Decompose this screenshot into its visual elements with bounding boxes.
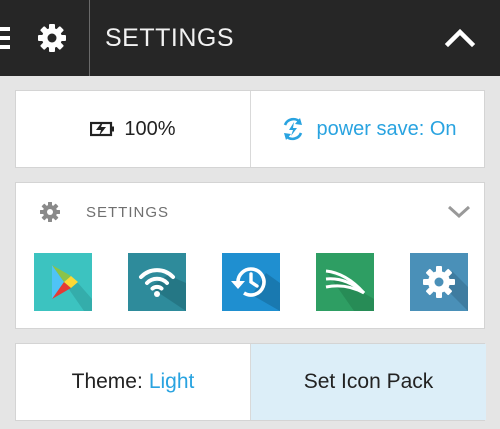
power-save-sync-icon — [284, 117, 303, 141]
status-card: 100% power save: On — [15, 90, 485, 168]
top-bar: SETTINGS — [0, 0, 500, 76]
settings-gear-icon[interactable] — [410, 253, 468, 311]
header-divider — [89, 0, 90, 76]
battery-status[interactable]: 100% — [16, 91, 251, 167]
battery-charging-icon — [90, 121, 115, 137]
battery-level: 100% — [124, 117, 176, 140]
page-title: SETTINGS — [105, 24, 235, 52]
theme-value: Light — [148, 370, 195, 393]
settings-panel: SETTINGS — [15, 182, 485, 329]
backup-restore-icon[interactable] — [222, 253, 280, 311]
hamburger-menu-icon[interactable] — [0, 27, 10, 49]
set-icon-pack-label: Set Icon Pack — [303, 370, 434, 393]
chevron-down-icon[interactable] — [446, 203, 472, 221]
power-save-toggle[interactable]: power save: On — [251, 91, 486, 167]
set-icon-pack-button[interactable]: Set Icon Pack — [251, 344, 486, 420]
theme-card: Theme: Light Set Icon Pack — [15, 343, 486, 421]
chevron-up-icon[interactable] — [440, 22, 480, 54]
gear-icon[interactable] — [36, 22, 68, 54]
wifi-icon[interactable] — [128, 253, 186, 311]
theme-toggle[interactable]: Theme: Light — [16, 344, 251, 420]
swiftkey-icon[interactable] — [316, 253, 374, 311]
theme-label-text: Theme: — [71, 370, 143, 393]
settings-gear-small-icon — [40, 202, 60, 222]
settings-section-label: SETTINGS — [86, 204, 170, 221]
theme-label: Theme: Light — [72, 370, 195, 394]
power-save-label: power save: On — [316, 117, 457, 140]
play-store-icon[interactable] — [34, 253, 92, 311]
